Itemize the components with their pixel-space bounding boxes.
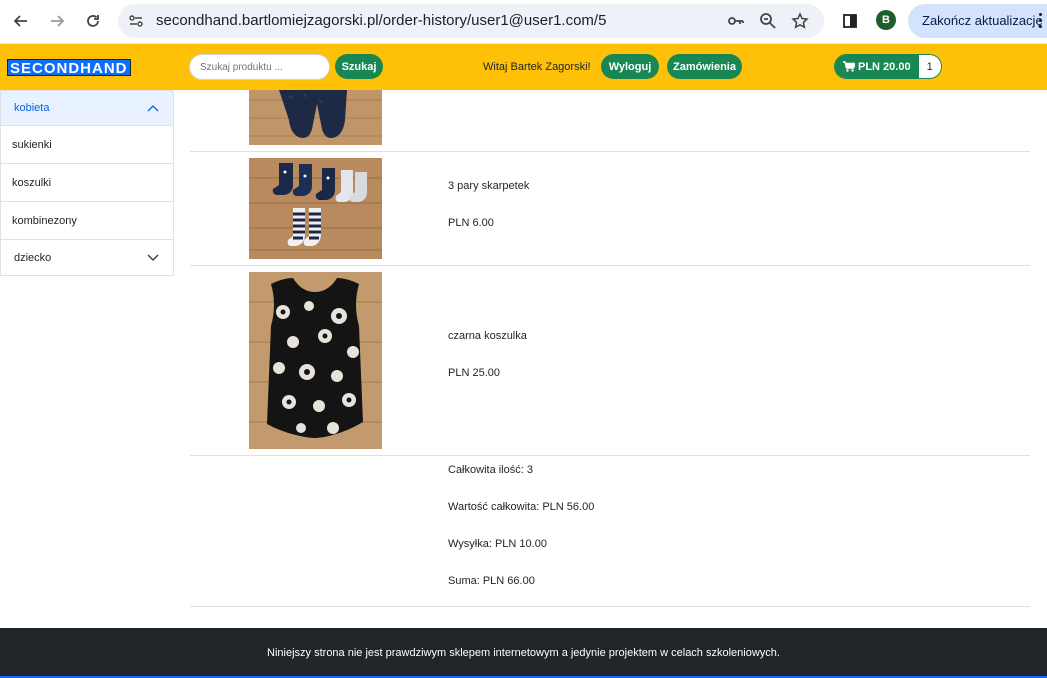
profile-avatar[interactable]: B: [876, 10, 896, 30]
summary-total-value: Wartość całkowita: PLN 56.00: [448, 501, 595, 513]
category-dziecko[interactable]: dziecko: [0, 240, 174, 276]
product-image-socks: [249, 158, 382, 259]
site-footer: Niniejszy strona nie jest prawdziwym skl…: [0, 628, 1047, 678]
search-input[interactable]: [189, 54, 330, 80]
update-browser-button[interactable]: Zakończ aktualizację: [908, 4, 1047, 38]
item-name: czarna koszulka: [448, 330, 527, 342]
site-settings-icon[interactable]: [126, 11, 146, 31]
cart-total: PLN 20.00: [835, 55, 919, 78]
url-text[interactable]: secondhand.bartlomiejzagorski.pl/order-h…: [156, 12, 606, 29]
cart-count-badge: 1: [918, 55, 941, 78]
site-header: SECONDHAND Szukaj Witaj Bartek Zagorski!…: [0, 44, 1047, 90]
footer-text: Niniejszy strona nie jest prawdziwym skl…: [267, 647, 780, 659]
search-button[interactable]: Szukaj: [335, 54, 383, 79]
forward-icon[interactable]: [45, 9, 69, 33]
category-label: kobieta: [14, 102, 50, 114]
chevron-up-icon: [147, 105, 159, 112]
item-price: PLN 6.00: [448, 217, 494, 229]
product-image-pants: [249, 90, 382, 145]
key-icon[interactable]: [726, 11, 746, 31]
summary-quantity: Całkowita ilość: 3: [448, 464, 533, 476]
browser-toolbar: secondhand.bartlomiejzagorski.pl/order-h…: [0, 0, 1047, 44]
subcategory-kombinezony[interactable]: kombinezony: [0, 202, 174, 240]
cart-button[interactable]: PLN 20.00 1: [834, 54, 942, 79]
zoom-icon[interactable]: [758, 11, 778, 31]
order-summary: Całkowita ilość: 3 Wartość całkowita: PL…: [190, 456, 1030, 607]
product-image-shirt: [249, 272, 382, 449]
update-browser-label: Zakończ aktualizację: [922, 13, 1043, 28]
category-kobieta[interactable]: kobieta: [0, 90, 174, 126]
chevron-down-icon: [147, 254, 159, 261]
summary-shipping: Wysyłka: PLN 10.00: [448, 538, 547, 550]
cart-icon: [843, 61, 855, 72]
welcome-text: Witaj Bartek Zagorski!: [483, 61, 591, 73]
item-price: PLN 25.00: [448, 367, 500, 379]
subcategory-sukienki[interactable]: sukienki: [0, 126, 174, 164]
item-name: 3 pary skarpetek: [448, 180, 530, 192]
subcategory-koszulki[interactable]: koszulki: [0, 164, 174, 202]
category-sidebar: kobieta sukienki koszulki kombinezony dz…: [0, 90, 174, 276]
order-item-row: czarna koszulka PLN 25.00: [190, 266, 1030, 456]
order-details: 3 pary skarpetek PLN 6.00 czarna koszulk…: [190, 90, 1030, 607]
bookmark-star-icon[interactable]: [790, 11, 810, 31]
menu-icon[interactable]: [1039, 13, 1043, 31]
orders-button[interactable]: Zamówienia: [667, 54, 742, 79]
cart-total-value: PLN 20.00: [858, 60, 911, 73]
back-icon[interactable]: [9, 9, 33, 33]
category-label: dziecko: [14, 251, 52, 264]
summary-sum: Suma: PLN 66.00: [448, 575, 535, 587]
logout-button[interactable]: Wyloguj: [601, 54, 659, 79]
order-item-row: 3 pary skarpetek PLN 6.00: [190, 152, 1030, 266]
reload-icon[interactable]: [81, 9, 105, 33]
site-logo[interactable]: SECONDHAND: [7, 59, 131, 77]
address-bar[interactable]: secondhand.bartlomiejzagorski.pl/order-h…: [118, 4, 824, 38]
side-panel-icon[interactable]: [838, 9, 862, 33]
order-item-row: [190, 90, 1030, 152]
